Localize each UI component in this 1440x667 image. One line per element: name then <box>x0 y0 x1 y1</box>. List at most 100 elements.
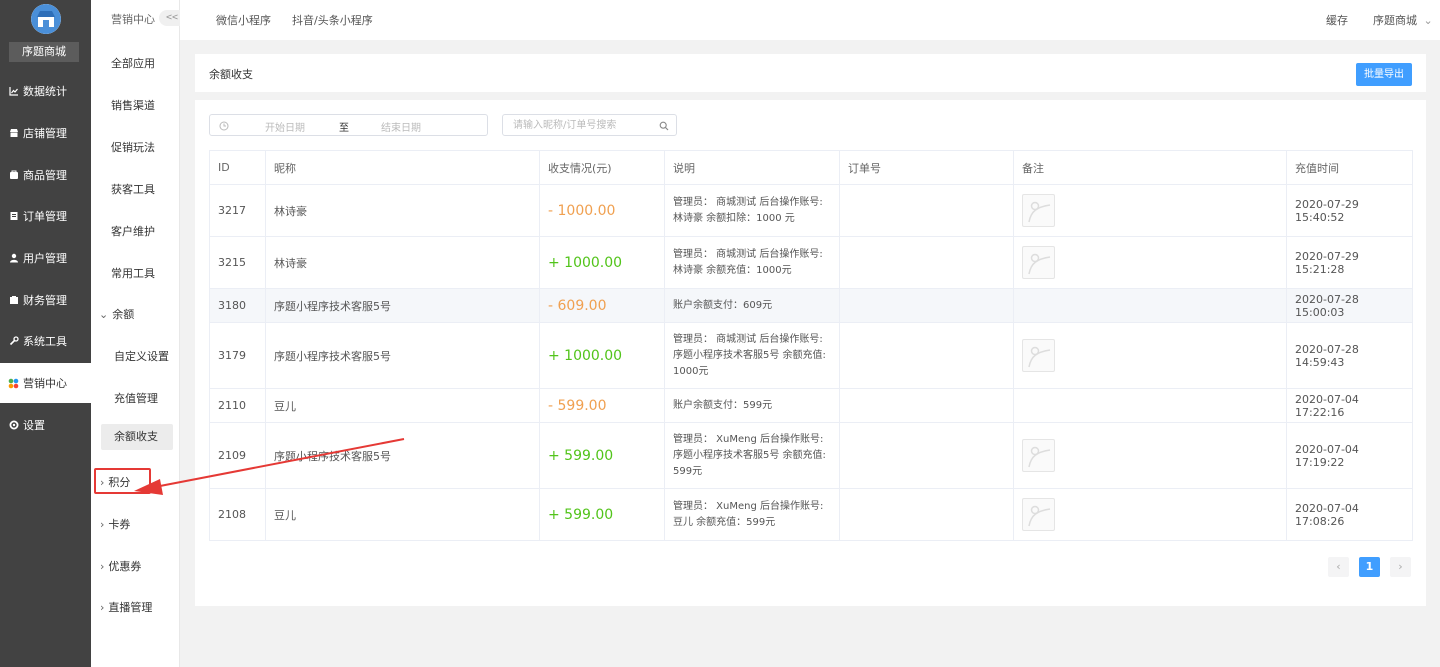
chevron-down-icon: ⌄ <box>1423 14 1433 27</box>
cell-amount: + 599.00 <box>539 488 665 541</box>
chart-icon <box>8 86 19 97</box>
shop-name: 序题商城 <box>9 42 79 62</box>
top-bar: 微信小程序 抖音/头条小程序 缓存 序题商城 ⌄ <box>180 0 1440 40</box>
page-title: 余额收支 <box>209 68 253 81</box>
submenu-item-acquisition[interactable]: 获客工具 <box>111 181 155 197</box>
nav-item-label: 订单管理 <box>23 210 67 223</box>
search-input[interactable] <box>513 118 653 132</box>
table-row[interactable]: 2110 豆儿 - 599.00 账户余额支付：599元 2020-07-04 17:2… <box>209 388 1413 423</box>
cell-order-no <box>839 322 1014 389</box>
cell-id: 3179 <box>209 322 266 389</box>
cell-order-no <box>839 488 1014 541</box>
cell-order-no <box>839 184 1014 237</box>
chevron-right-icon: › <box>100 518 105 531</box>
table-row[interactable]: 3179 序题小程序技术客服5号 + 1000.00 管理员： 商城测试 后台操作账号… <box>209 322 1413 389</box>
tab-wechat-miniprogram[interactable]: 微信小程序 <box>216 12 271 28</box>
user-icon <box>8 253 19 264</box>
col-header-time: 充值时间 <box>1286 150 1413 185</box>
settings-icon <box>8 420 19 431</box>
amount-value: + 599.00 <box>548 506 614 523</box>
amount-value: + 1000.00 <box>548 347 623 364</box>
cell-description: 管理员： 商城测试 后台操作账号: 林诗豪 余额充值：1000元 <box>664 236 840 289</box>
chevron-right-icon: › <box>100 601 105 614</box>
table-row[interactable]: 3215 林诗豪 + 1000.00 管理员： 商城测试 后台操作账号: 林诗豪 余额… <box>209 236 1413 289</box>
submenu-group-balance[interactable]: ⌄ 余额 <box>99 306 134 322</box>
cell-time: 2020-07-04 17:22:16 <box>1286 388 1413 423</box>
pagination-next-button[interactable]: › <box>1390 557 1411 577</box>
batch-export-button[interactable]: 批量导出 <box>1356 63 1412 86</box>
table-row[interactable]: 3217 林诗豪 - 1000.00 管理员： 商城测试 后台操作账号: 林诗豪 余额… <box>209 184 1413 237</box>
cell-amount: - 599.00 <box>539 388 665 423</box>
nav-item-orders[interactable]: 订单管理 <box>0 196 91 236</box>
submenu-item-balance-flow[interactable]: 余额收支 <box>101 424 173 450</box>
submenu-header: 营销中心 <box>111 13 155 26</box>
image-placeholder-icon[interactable] <box>1022 498 1055 531</box>
cell-order-no <box>839 236 1014 289</box>
image-placeholder-icon[interactable] <box>1022 246 1055 279</box>
chevron-right-icon: › <box>100 560 105 573</box>
submenu-group-live[interactable]: › 直播管理 <box>100 599 152 615</box>
table-row[interactable]: 2108 豆儿 + 599.00 管理员： XuMeng 后台操作账号: 豆儿 余额充… <box>209 488 1413 541</box>
submenu-item-recharge[interactable]: 充值管理 <box>114 390 158 406</box>
tab-douyin-miniprogram[interactable]: 抖音/头条小程序 <box>292 12 373 28</box>
nav-item-tools[interactable]: 系统工具 <box>0 321 91 361</box>
cell-nickname: 序题小程序技术客服5号 <box>265 288 540 323</box>
nav-item-store[interactable]: 店铺管理 <box>0 113 91 153</box>
nav-item-users[interactable]: 用户管理 <box>0 238 91 278</box>
amount-value: - 1000.00 <box>548 202 616 219</box>
col-header-id: ID <box>209 150 266 185</box>
marketing-icon <box>8 378 19 389</box>
submenu-item-customer-care[interactable]: 客户维护 <box>111 223 155 239</box>
submenu-item-all-apps[interactable]: 全部应用 <box>111 55 155 71</box>
shop-switcher[interactable]: 序题商城 ⌄ <box>1373 12 1433 28</box>
date-range-picker[interactable]: 开始日期 至 结束日期 <box>209 114 488 136</box>
main-sidebar: 序题商城 数据统计 店铺管理 商品管理 订单管理 用户管理 财务管理 系统工具 <box>0 0 91 667</box>
col-header-remark: 备注 <box>1013 150 1287 185</box>
cell-time: 2020-07-28 15:00:03 <box>1286 288 1413 323</box>
annotation-highlight-box <box>94 468 151 494</box>
cell-remark <box>1013 488 1287 541</box>
image-placeholder-icon[interactable] <box>1022 194 1055 227</box>
shop-logo <box>31 4 61 34</box>
submenu-group-cards[interactable]: › 卡券 <box>100 516 130 532</box>
cell-description: 管理员： XuMeng 后台操作账号: 序题小程序技术客服5号 余额充值: 59… <box>664 422 840 489</box>
cell-amount: - 609.00 <box>539 288 665 323</box>
submenu-item-custom-settings[interactable]: 自定义设置 <box>114 348 169 364</box>
app-root: 序题商城 数据统计 店铺管理 商品管理 订单管理 用户管理 财务管理 系统工具 <box>0 0 1440 667</box>
balance-table: ID 昵称 收支情况(元) 说明 订单号 备注 充值时间 3217 林诗豪 - 10… <box>209 150 1413 541</box>
cell-description: 管理员： 商城测试 后台操作账号: 林诗豪 余额扣除：1000 元 <box>664 184 840 237</box>
cell-order-no <box>839 422 1014 489</box>
nav-item-goods[interactable]: 商品管理 <box>0 155 91 195</box>
cache-button[interactable]: 缓存 <box>1326 12 1348 28</box>
nav-item-settings[interactable]: 设置 <box>0 405 91 445</box>
search-box <box>502 114 677 136</box>
submenu-item-common-tools[interactable]: 常用工具 <box>111 265 155 281</box>
nav-item-stats[interactable]: 数据统计 <box>0 71 91 111</box>
table-header-row: ID 昵称 收支情况(元) 说明 订单号 备注 充值时间 <box>209 150 1413 185</box>
pagination-prev-button[interactable]: ‹ <box>1328 557 1349 577</box>
pagination-page-button[interactable]: 1 <box>1359 557 1380 577</box>
cell-description: 管理员： XuMeng 后台操作账号: 豆儿 余额充值：599元 <box>664 488 840 541</box>
nav-item-finance[interactable]: 财务管理 <box>0 280 91 320</box>
image-placeholder-icon[interactable] <box>1022 439 1055 472</box>
date-range-separator: 至 <box>339 123 349 134</box>
col-header-amount: 收支情况(元) <box>539 150 665 185</box>
order-icon <box>8 211 19 222</box>
cell-time: 2020-07-29 15:21:28 <box>1286 236 1413 289</box>
submenu-group-coupons[interactable]: › 优惠券 <box>100 558 141 574</box>
cell-id: 2108 <box>209 488 266 541</box>
submenu-item-sales-channels[interactable]: 销售渠道 <box>111 97 155 113</box>
cell-id: 3180 <box>209 288 266 323</box>
nav-item-marketing[interactable]: 营销中心 <box>0 363 91 403</box>
search-icon[interactable] <box>659 120 669 131</box>
secondary-menu: 营销中心 << 全部应用 销售渠道 促销玩法 获客工具 客户维护 常用工具 ⌄ 余… <box>91 0 185 667</box>
table-row[interactable]: 3180 序题小程序技术客服5号 - 609.00 账户余额支付：609元 2020-0… <box>209 288 1413 323</box>
submenu-item-promotions[interactable]: 促销玩法 <box>111 139 155 155</box>
cell-nickname: 序题小程序技术客服5号 <box>265 422 540 489</box>
content-card: 开始日期 至 结束日期 ID 昵称 收支情况(元) 说明 订单号 备注 充值时间 <box>195 100 1426 606</box>
cell-time: 2020-07-04 17:08:26 <box>1286 488 1413 541</box>
image-placeholder-icon[interactable] <box>1022 339 1055 372</box>
col-header-nickname: 昵称 <box>265 150 540 185</box>
cell-amount: + 1000.00 <box>539 322 665 389</box>
table-row[interactable]: 2109 序题小程序技术客服5号 + 599.00 管理员： XuMeng 后台操作账… <box>209 422 1413 489</box>
